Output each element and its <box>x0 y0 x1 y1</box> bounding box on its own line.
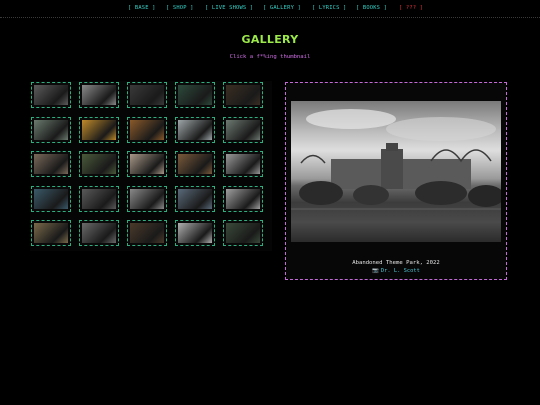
gallery-thumbnail[interactable] <box>223 82 263 108</box>
nav-live-shows[interactable]: [ LIVE SHOWS ] <box>205 5 253 11</box>
gallery-thumbnail[interactable] <box>175 82 215 108</box>
thumbnail-image <box>226 154 260 174</box>
gallery-thumbnail[interactable] <box>127 82 167 108</box>
gallery-thumbnail[interactable] <box>223 185 263 212</box>
nav-books[interactable]: [ BOOKS ] <box>356 5 387 11</box>
gallery-thumbnail[interactable] <box>79 151 119 177</box>
thumbnail-image <box>82 119 116 140</box>
thumbnail-image <box>34 119 68 140</box>
thumbnail-grid <box>30 81 272 251</box>
gallery-thumbnail[interactable] <box>175 116 215 143</box>
thumbnail-image <box>34 85 68 105</box>
page-subtitle: Click a f*%ing thumbnail <box>229 54 311 60</box>
page-title: GALLERY <box>241 33 299 46</box>
nav-base[interactable]: [ BASE ] <box>128 5 156 11</box>
gallery-thumbnail[interactable] <box>31 116 71 143</box>
gallery-thumbnail[interactable] <box>175 185 215 212</box>
thumbnail-image <box>178 119 212 140</box>
gallery-thumbnail[interactable] <box>223 116 263 143</box>
thumbnail-image <box>130 85 164 105</box>
thumbnail-image <box>34 223 68 243</box>
preview-photo-art <box>291 109 501 210</box>
preview-image <box>291 101 501 242</box>
thumbnail-image <box>130 188 164 209</box>
gallery-thumbnail[interactable] <box>175 151 215 177</box>
thumbnail-image <box>226 119 260 140</box>
gallery-thumbnail[interactable] <box>127 151 167 177</box>
gallery-thumbnail[interactable] <box>127 185 167 212</box>
thumbnail-image <box>178 85 212 105</box>
credit-name[interactable]: Dr. L. Scott <box>381 268 420 274</box>
gallery-thumbnail[interactable] <box>127 220 167 246</box>
thumbnail-image <box>34 154 68 174</box>
preview-credit[interactable]: 📷 Dr. L. Scott <box>286 268 506 274</box>
gallery-thumbnail[interactable] <box>31 82 71 108</box>
top-nav: [ BASE ] [ SHOP ] [ LIVE SHOWS ] [ GALLE… <box>0 0 540 18</box>
nav-secret[interactable]: [ ??? ] <box>399 5 423 11</box>
thumbnail-image <box>82 188 116 209</box>
gallery-thumbnail[interactable] <box>79 116 119 143</box>
thumbnail-image <box>226 223 260 243</box>
thumbnail-image <box>130 154 164 174</box>
thumbnail-image <box>178 188 212 209</box>
gallery-thumbnail[interactable] <box>31 185 71 212</box>
thumbnail-image <box>226 85 260 105</box>
gallery-thumbnail[interactable] <box>31 220 71 246</box>
gallery-thumbnail[interactable] <box>127 116 167 143</box>
thumbnail-image <box>130 119 164 140</box>
gallery-thumbnail[interactable] <box>79 220 119 246</box>
gallery-thumbnail[interactable] <box>223 151 263 177</box>
thumbnail-image <box>226 188 260 209</box>
nav-shop[interactable]: [ SHOP ] <box>166 5 194 11</box>
nav-lyrics[interactable]: [ LYRICS ] <box>312 5 346 11</box>
thumbnail-image <box>82 154 116 174</box>
thumbnail-image <box>130 223 164 243</box>
nav-gallery[interactable]: [ GALLERY ] <box>263 5 301 11</box>
camera-icon: 📷 <box>372 268 379 274</box>
gallery-thumbnail[interactable] <box>175 220 215 246</box>
preview-panel: Abandoned Theme Park, 2022 📷 Dr. L. Scott <box>285 82 507 280</box>
gallery-thumbnail[interactable] <box>31 151 71 177</box>
thumbnail-image <box>178 223 212 243</box>
preview-caption: Abandoned Theme Park, 2022 <box>352 260 440 266</box>
gallery-thumbnail[interactable] <box>79 185 119 212</box>
thumbnail-image <box>82 223 116 243</box>
thumbnail-image <box>82 85 116 105</box>
thumbnail-image <box>34 188 68 209</box>
gallery-thumbnail[interactable] <box>223 220 263 246</box>
thumbnail-image <box>178 154 212 174</box>
gallery-thumbnail[interactable] <box>79 82 119 108</box>
